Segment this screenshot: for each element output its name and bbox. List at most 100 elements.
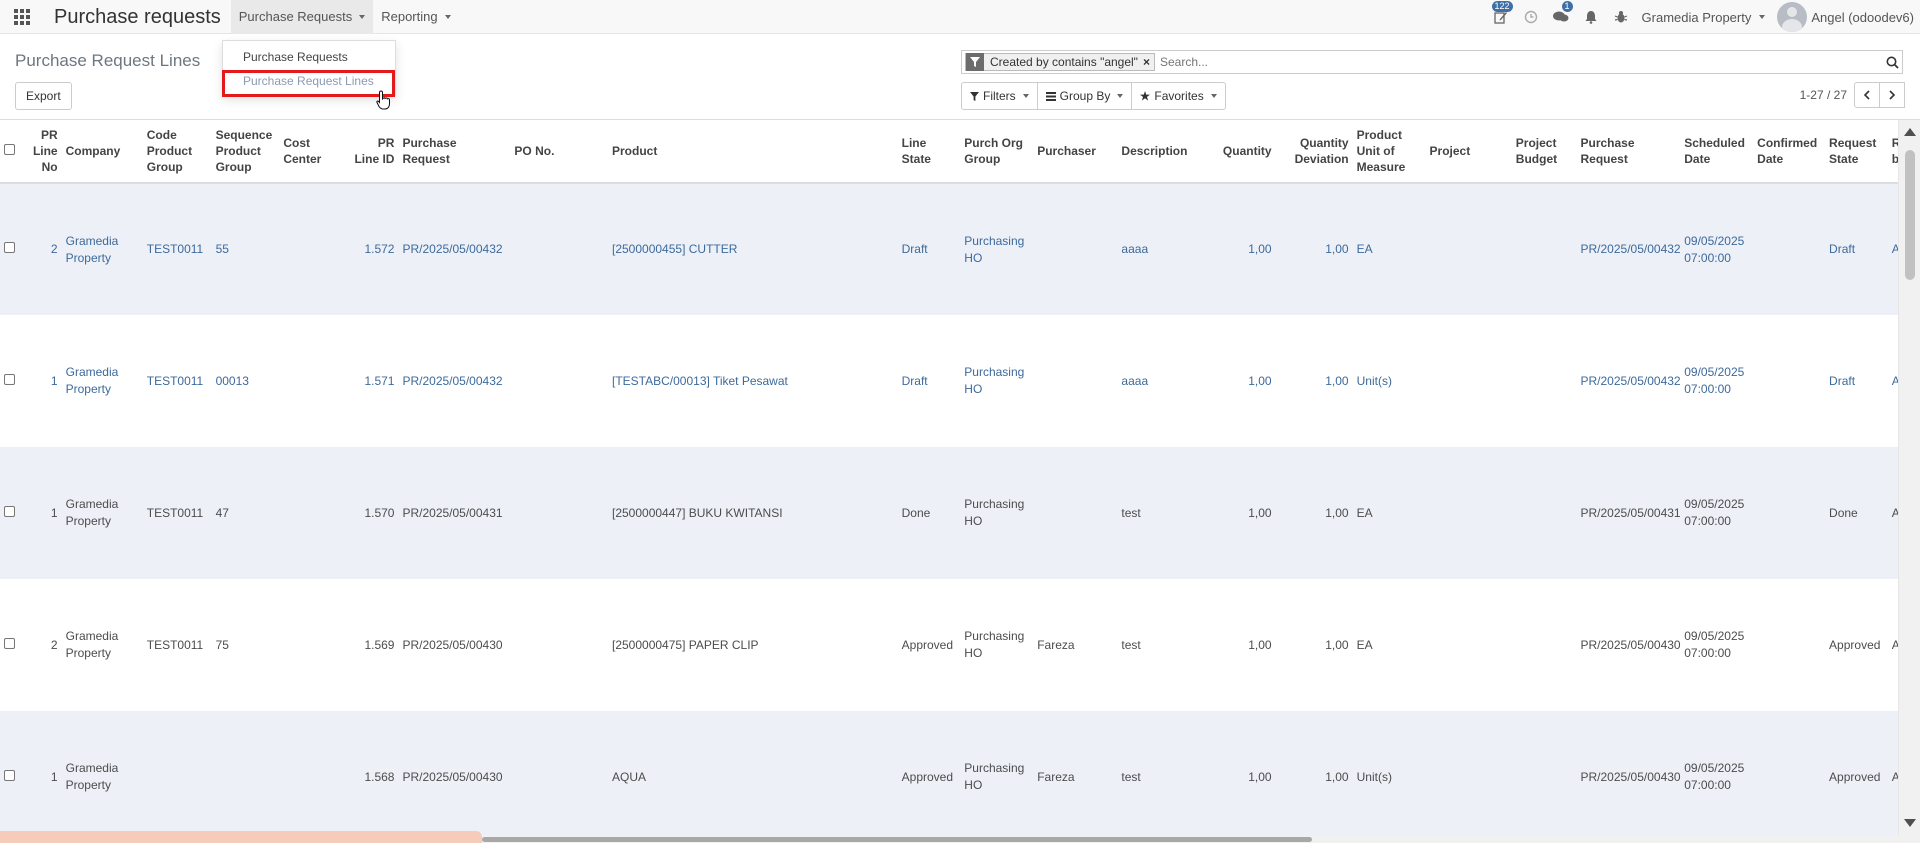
table-row[interactable]: 1 Gramedia Property TEST0011 47 1.570 PR…: [0, 447, 1898, 579]
cell-confirmed-date[interactable]: [1753, 579, 1826, 711]
column-header[interactable]: Project: [1425, 120, 1512, 184]
cell-requested-by[interactable]: Angel: [1887, 315, 1898, 447]
cell-product[interactable]: [2500000447] BUKU KWITANSI: [608, 447, 898, 579]
cell-po-no[interactable]: [510, 183, 608, 315]
cell-code-group[interactable]: [142, 711, 212, 835]
table-row[interactable]: 1 Gramedia Property 1.568 PR/2025/05/004…: [0, 711, 1898, 835]
cell-product[interactable]: [2500000455] CUTTER: [608, 183, 898, 315]
cell-project[interactable]: [1425, 447, 1512, 579]
cell-project-budget[interactable]: [1511, 315, 1577, 447]
cell-description[interactable]: test: [1117, 447, 1208, 579]
cell-project[interactable]: [1425, 711, 1512, 835]
clock-icon[interactable]: [1516, 0, 1546, 34]
pager-next-button[interactable]: [1879, 82, 1905, 108]
cell-purchase-request[interactable]: PR/2025/05/00432: [398, 183, 511, 315]
column-header[interactable]: Purchase Request: [398, 120, 511, 184]
cell-seq-group[interactable]: 75: [211, 579, 280, 711]
group-by-button[interactable]: Group By: [1036, 82, 1133, 110]
cell-uom[interactable]: EA: [1352, 447, 1426, 579]
cell-qty-deviation[interactable]: 1,00: [1275, 315, 1353, 447]
cell-line-id[interactable]: 1.572: [347, 183, 399, 315]
cell-purchaser[interactable]: [1033, 315, 1118, 447]
cell-po-no[interactable]: [510, 579, 608, 711]
search-input[interactable]: [1159, 55, 1882, 69]
column-header[interactable]: Company: [61, 120, 143, 184]
cell-org-group[interactable]: Purchasing HO: [960, 183, 1034, 315]
table-row[interactable]: 1 Gramedia Property TEST0011 00013 1.571…: [0, 315, 1898, 447]
column-header[interactable]: Line State: [897, 120, 961, 184]
cell-company[interactable]: Gramedia Property: [61, 183, 143, 315]
cell-cost-center[interactable]: [279, 711, 348, 835]
cell-po-no[interactable]: [510, 711, 608, 835]
cell-cost-center[interactable]: [279, 447, 348, 579]
cell-purchase-request[interactable]: PR/2025/05/00430: [398, 579, 511, 711]
cell-line-state[interactable]: Done: [897, 447, 961, 579]
cell-description[interactable]: test: [1117, 579, 1208, 711]
cell-line-no[interactable]: 2: [24, 579, 62, 711]
column-header[interactable]: Cost Center: [279, 120, 348, 184]
column-header[interactable]: Purchaser: [1033, 120, 1118, 184]
cell-request-state[interactable]: Approved: [1825, 579, 1888, 711]
cell-scheduled-date[interactable]: 09/05/2025 07:00:00: [1680, 711, 1754, 835]
cell-purchaser[interactable]: Fareza: [1033, 711, 1118, 835]
column-header[interactable]: Request State: [1825, 120, 1888, 184]
cell-project[interactable]: [1425, 315, 1512, 447]
cell-request-state[interactable]: Draft: [1825, 183, 1888, 315]
cell-qty-deviation[interactable]: 1,00: [1275, 711, 1353, 835]
cell-request-state[interactable]: Draft: [1825, 315, 1888, 447]
column-header[interactable]: Project Budget: [1511, 120, 1577, 184]
cell-description[interactable]: test: [1117, 711, 1208, 835]
cell-qty-deviation[interactable]: 1,00: [1275, 447, 1353, 579]
cell-org-group[interactable]: Purchasing HO: [960, 315, 1034, 447]
cell-description[interactable]: aaaa: [1117, 315, 1208, 447]
cell-qty-deviation[interactable]: 1,00: [1275, 579, 1353, 711]
cell-line-state[interactable]: Draft: [897, 315, 961, 447]
cell-quantity[interactable]: 1,00: [1207, 447, 1276, 579]
cell-purchaser[interactable]: Fareza: [1033, 579, 1118, 711]
cell-qty-deviation[interactable]: 1,00: [1275, 183, 1353, 315]
cell-purchase-request-2[interactable]: PR/2025/05/00432: [1576, 315, 1681, 447]
menu-purchase-requests[interactable]: Purchase Requests: [230, 0, 374, 34]
cell-scheduled-date[interactable]: 09/05/2025 07:00:00: [1680, 183, 1754, 315]
table-row[interactable]: 2 Gramedia Property TEST0011 75 1.569 PR…: [0, 579, 1898, 711]
cell-requested-by[interactable]: Angel: [1887, 183, 1898, 315]
cell-line-state[interactable]: Draft: [897, 183, 961, 315]
cell-company[interactable]: Gramedia Property: [61, 315, 143, 447]
bell-icon[interactable]: [1576, 0, 1606, 34]
pager-previous-button[interactable]: [1854, 82, 1880, 108]
cell-request-state[interactable]: Approved: [1825, 711, 1888, 835]
cell-cost-center[interactable]: [279, 315, 348, 447]
column-header[interactable]: Purch Org Group: [960, 120, 1034, 184]
column-header[interactable]: Quantity Deviation: [1275, 120, 1353, 184]
scrollbar-thumb[interactable]: [482, 837, 1312, 842]
cell-project-budget[interactable]: [1511, 447, 1577, 579]
cell-confirmed-date[interactable]: [1753, 183, 1826, 315]
select-all-checkbox[interactable]: [4, 144, 15, 155]
cell-purchaser[interactable]: [1033, 447, 1118, 579]
apps-menu-icon[interactable]: [0, 0, 44, 34]
cell-code-group[interactable]: TEST0011: [142, 447, 212, 579]
column-header[interactable]: PR Line No: [24, 120, 62, 184]
menu-reporting[interactable]: Reporting: [373, 0, 458, 34]
scrollbar-thumb[interactable]: [1905, 150, 1915, 280]
cell-requested-by[interactable]: Angel: [1887, 447, 1898, 579]
cell-purchase-request[interactable]: PR/2025/05/00432: [398, 315, 511, 447]
cell-company[interactable]: Gramedia Property: [61, 447, 143, 579]
cell-purchase-request-2[interactable]: PR/2025/05/00431: [1576, 447, 1681, 579]
cell-requested-by[interactable]: Angel: [1887, 579, 1898, 711]
cell-cost-center[interactable]: [279, 183, 348, 315]
cell-scheduled-date[interactable]: 09/05/2025 07:00:00: [1680, 579, 1754, 711]
search-icon[interactable]: [1882, 56, 1902, 69]
cell-purchase-request[interactable]: PR/2025/05/00431: [398, 447, 511, 579]
cell-line-no[interactable]: 1: [24, 447, 62, 579]
cell-project[interactable]: [1425, 183, 1512, 315]
vertical-scrollbar[interactable]: [1898, 120, 1920, 835]
cell-product[interactable]: AQUA: [608, 711, 898, 835]
column-header[interactable]: Sequence Product Group: [211, 120, 280, 184]
table-row[interactable]: 2 Gramedia Property TEST0011 55 1.572 PR…: [0, 183, 1898, 315]
cell-quantity[interactable]: 1,00: [1207, 183, 1276, 315]
row-checkbox[interactable]: [4, 637, 15, 649]
cell-scheduled-date[interactable]: 09/05/2025 07:00:00: [1680, 315, 1754, 447]
cell-code-group[interactable]: TEST0011: [142, 579, 212, 711]
cell-request-state[interactable]: Done: [1825, 447, 1888, 579]
